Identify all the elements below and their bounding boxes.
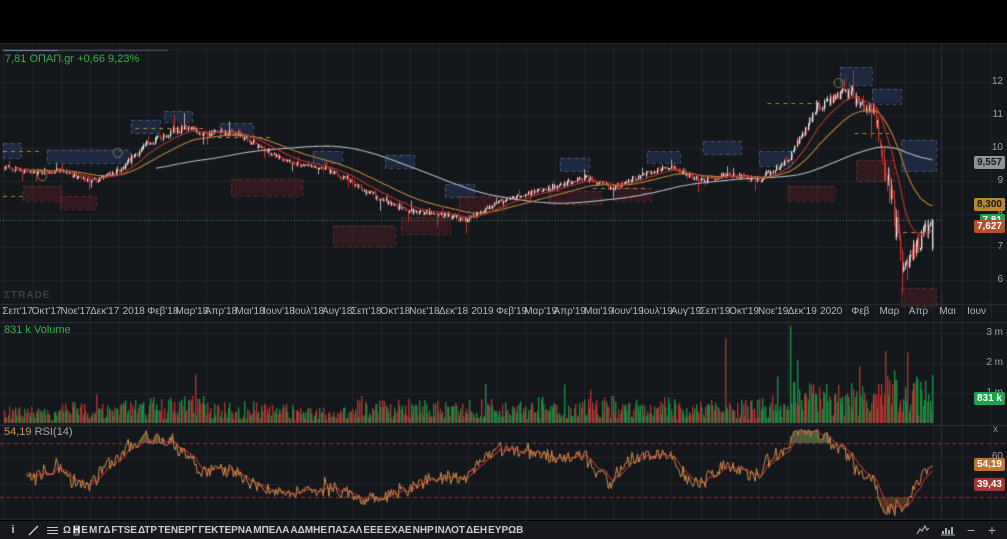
x-axis-label: Μαρ (879, 306, 899, 317)
x-axis-label: 2020 (820, 306, 842, 317)
x-axis-label: Απρ'18 (205, 306, 237, 317)
symbol-price-label: 7,81 ΟΠΑΠ.gr +0,66 9,23% (5, 53, 139, 65)
x-axis-label: 2018 (123, 306, 145, 317)
trendline-icon-glyph (28, 525, 39, 536)
price-axis-tick: 11 (993, 109, 1003, 121)
symbol-button-ΜΠΕΛΑ[interactable]: ΜΠΕΛΑ (253, 525, 289, 536)
rsi-pane-close-icon[interactable]: x (993, 425, 998, 435)
x-axis-label: Αυγ'18 (322, 306, 352, 317)
x-axis-label: Φεβ'19 (496, 306, 527, 317)
volume-label: 831 k Volume (4, 324, 71, 336)
chart-style-icon[interactable] (914, 523, 932, 538)
x-axis-label: Οκτ'18 (380, 306, 410, 317)
x-axis-label: Φεβ'18 (147, 306, 178, 317)
symbol-button-ΙΝΛΟΤ[interactable]: ΙΝΛΟΤ (435, 525, 465, 536)
symbol-button-ΔΕΗ[interactable]: ΔΕΗ (466, 525, 487, 536)
zoom-out-button[interactable]: − (964, 523, 978, 538)
x-axis[interactable]: Σεπ'17Οκτ'17Νοε'17Δεκ'17 2018Φεβ'18Μαρ'18… (0, 306, 1007, 322)
x-axis-label: Νοε'17 (60, 306, 90, 317)
histogram-icon-glyph (941, 525, 955, 536)
x-axis-label: Νοε'19 (758, 306, 788, 317)
ma-red-value-badge: 7,627 (974, 220, 1005, 233)
x-axis-label: Ιουλ'19 (641, 306, 673, 317)
x-axis-label: Φεβ (851, 306, 869, 317)
ma-orange-value-badge: 8,300 (974, 198, 1005, 211)
price-axis-tick: 7 (997, 241, 1003, 253)
trendline-tool-icon[interactable] (24, 523, 42, 538)
price-axis-tick: 6 (997, 274, 1003, 286)
trading-app-window: 7,81 ΟΠΑΠ.gr +0,66 9,23% ΣTRADE 831 k Vo… (0, 0, 1007, 539)
line-chart-icon-glyph (916, 525, 930, 536)
bottom-toolbar: i Ω ΗΕΜΓΔFTSEΔΤΡΤΕΝΕΡΓΓΕΚΤΕΡΝΑΜΠΕΛΑΑΔΜΗΕ… (0, 520, 1007, 539)
x-axis-label: Σεπ'19 (700, 306, 731, 317)
symbol-button-FTSE[interactable]: FTSE (111, 525, 137, 536)
symbol-button-ΝΗΡ[interactable]: ΝΗΡ (413, 525, 434, 536)
symbol-button-ΕΕΕ[interactable]: ΕΕΕ (363, 525, 383, 536)
x-axis-label: Ιουν (967, 306, 986, 317)
x-axis-label: Ιουν'19 (612, 306, 644, 317)
x-axis-label: Νοε'18 (409, 306, 439, 317)
x-axis-label: Οκτ'19 (729, 306, 759, 317)
symbol-button-ΔΤΡ[interactable]: ΔΤΡ (138, 525, 157, 536)
x-axis-label: Μαι (939, 306, 955, 317)
volume-histogram-icon[interactable] (939, 523, 957, 538)
watchlist-icon[interactable] (44, 524, 61, 537)
x-axis-label: Σεπ'17 (2, 306, 33, 317)
toolbar-right: − + (914, 523, 1003, 538)
x-axis-label: Οκτ'17 (32, 306, 62, 317)
symbol-button-ΤΕΝΕΡΓ[interactable]: ΤΕΝΕΡΓ (158, 525, 197, 536)
x-axis-label: 2019 (471, 306, 493, 317)
x-axis-label: Δεκ'18 (439, 306, 468, 317)
rsi-value-text: 54,19 (4, 426, 32, 438)
timeframe-button-Μ[interactable]: Μ (89, 525, 97, 536)
price-axis-tick: 12 (992, 76, 1003, 88)
x-axis-label: Σεπ'18 (351, 306, 382, 317)
volume-axis-tick: 3 m (986, 327, 1003, 339)
x-axis-label: Αυγ'19 (671, 306, 701, 317)
rsi-name-text: RSI(14) (35, 426, 73, 438)
ma-gray-value-badge: 9,557 (974, 156, 1005, 169)
x-axis-label: Μαρ'18 (175, 306, 208, 317)
info-icon[interactable]: i (4, 523, 22, 538)
rsi-value-badge: 54,19 (974, 458, 1005, 471)
price-axis-tick: 9 (997, 175, 1003, 187)
x-axis-label: Απρ'19 (554, 306, 586, 317)
timeframe-button-Ε[interactable]: Ε (81, 525, 88, 536)
rsi-label: 54,19 RSI(14) (4, 426, 73, 438)
price-axis-tick: 10 (992, 142, 1003, 154)
timeframe-button-Η[interactable]: Η (73, 525, 80, 536)
symbol-button-ΕΥΡΩΒ[interactable]: ΕΥΡΩΒ (488, 525, 523, 536)
symbol-button-ΓΔ[interactable]: ΓΔ (98, 525, 110, 536)
x-axis-label: Δεκ'17 (90, 306, 119, 317)
x-axis-label: Μαι'18 (235, 306, 264, 317)
x-axis-label: Μαρ'19 (524, 306, 557, 317)
omega-button[interactable]: Ω (63, 525, 71, 536)
symbol-button-ΓΕΚΤΕΡΝΑ[interactable]: ΓΕΚΤΕΡΝΑ (198, 525, 252, 536)
rsi-ma-value-badge: 39,43 (974, 478, 1005, 491)
zoom-in-button[interactable]: + (985, 523, 999, 538)
symbol-button-ΠΑΣΑΛ[interactable]: ΠΑΣΑΛ (328, 525, 362, 536)
chart-overlay: 7,81 ΟΠΑΠ.gr +0,66 9,23% ΣTRADE 831 k Vo… (0, 0, 1007, 539)
watermark: ΣTRADE (4, 290, 50, 301)
volume-axis-tick: 2 m (986, 357, 1003, 369)
last-volume-badge: 831 k (974, 392, 1005, 405)
x-axis-label: Απρ (909, 306, 928, 317)
ticker-buttons: ΗΕΜΓΔFTSEΔΤΡΤΕΝΕΡΓΓΕΚΤΕΡΝΑΜΠΕΛΑΑΔΜΗΕΠΑΣΑ… (73, 525, 523, 536)
symbol-button-ΕΧΑΕ[interactable]: ΕΧΑΕ (384, 525, 411, 536)
symbol-button-ΑΔΜΗΕ[interactable]: ΑΔΜΗΕ (290, 525, 327, 536)
x-axis-label: Ιουν'18 (263, 306, 295, 317)
x-axis-label: Ιουλ'18 (292, 306, 324, 317)
x-axis-label: Δεκ'19 (788, 306, 817, 317)
x-axis-label: Μαι'19 (584, 306, 613, 317)
